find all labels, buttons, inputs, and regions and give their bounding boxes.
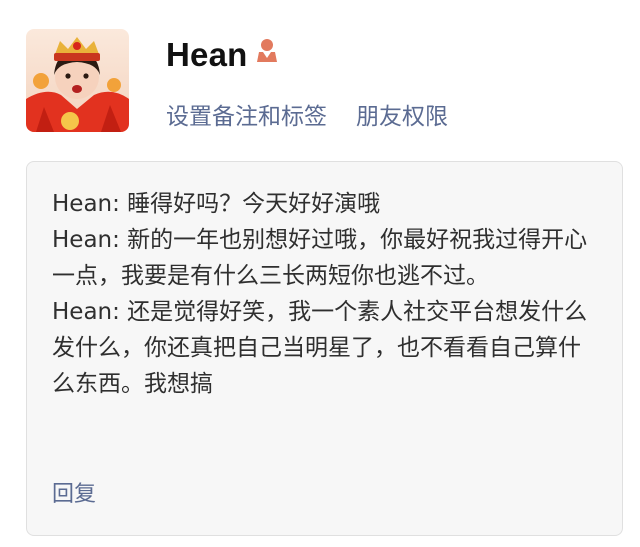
profile-name: Hean	[166, 36, 248, 73]
set-remark-tags-link[interactable]: 设置备注和标签	[166, 97, 327, 131]
message-line: Hean: 还是觉得好笑，我一个素人社交平台想发什么发什么，你还真把自己当明星了…	[52, 299, 588, 397]
female-person-icon	[256, 38, 278, 66]
avatar[interactable]	[26, 29, 129, 132]
message-line: Hean: 新的一年也别想好过哦，你最好祝我过得开心一点，我要是有什么三长两短你…	[52, 227, 588, 289]
profile-actions: 设置备注和标签 朋友权限	[166, 97, 448, 131]
profile-header: Hean	[166, 36, 278, 74]
friend-permissions-link[interactable]: 朋友权限	[356, 97, 448, 131]
message-line: Hean: 睡得好吗？今天好好演哦	[52, 191, 381, 217]
reply-link[interactable]: 回复	[52, 476, 96, 508]
message-card: Hean: 睡得好吗？今天好好演哦 Hean: 新的一年也别想好过哦，你最好祝我…	[26, 161, 623, 536]
avatar-image	[26, 29, 129, 132]
